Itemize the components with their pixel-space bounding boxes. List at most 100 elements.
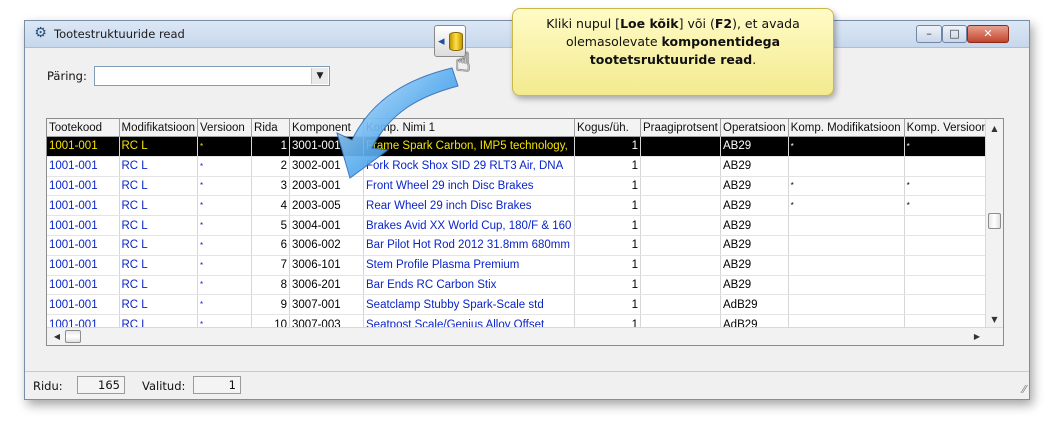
column-header[interactable]: Versioon — [197, 119, 253, 137]
horizontal-scrollbar[interactable]: ◀ ▶ — [47, 327, 1003, 345]
table-cell-komp-ver — [904, 215, 993, 236]
table-cell-tootekood: 1001-001 — [47, 215, 120, 236]
table-cell-praak — [640, 176, 722, 197]
hint-text: olemasolevate — [565, 34, 662, 49]
table-cell-tootekood: 1001-001 — [47, 294, 120, 316]
table-cell-kogus: 1 — [574, 294, 642, 316]
column-header[interactable]: Operatsioon — [720, 119, 789, 137]
table-row[interactable]: 1001-001 RC L * 2 3002-001 Fork Rock Shox SID… — [47, 156, 993, 177]
table-cell-modifikatsioon: RC L — [119, 215, 199, 236]
structure-rows-grid[interactable]: Tootekood Modifikatsioon Versioon Rida K… — [46, 118, 1004, 346]
table-cell-praak — [640, 294, 722, 316]
table-cell-modifikatsioon: RC L — [119, 195, 199, 217]
table-cell-tootekood: 1001-001 — [47, 176, 120, 197]
table-cell-operatsioon: AB29 — [720, 156, 789, 177]
table-header-row: Tootekood Modifikatsioon Versioon Rida K… — [47, 119, 993, 137]
arrow-left-icon: ◂ — [438, 34, 445, 49]
table-row[interactable]: 1001-001 RC L * 6 3006-002 Bar Pilot Hot Rod … — [47, 235, 993, 256]
table-cell-komp-mod — [788, 294, 905, 316]
table-cell-komponent: 2003-005 — [289, 195, 365, 217]
table-cell-nimi: Stem Profile Plasma Premium — [363, 255, 576, 276]
hint-text: . — [752, 52, 757, 67]
hint-text: ] või ( — [678, 16, 715, 31]
column-header[interactable]: Kogus/üh. — [574, 119, 642, 137]
rows-count-label: Ridu: — [33, 379, 63, 393]
scroll-thumb-horizontal[interactable] — [65, 330, 81, 343]
table-cell-komp-ver — [904, 255, 993, 276]
window-title: Tootestruktuuride read — [54, 27, 185, 41]
close-button[interactable]: ✕ — [967, 25, 1009, 43]
table-cell-komp-ver — [904, 156, 993, 177]
table-cell-rida: 1 — [251, 136, 291, 157]
scroll-right-icon[interactable]: ▶ — [969, 328, 985, 345]
table-cell-komp-mod: * — [788, 136, 905, 157]
table-cell-nimi: Bar Ends RC Carbon Stix — [363, 275, 576, 296]
data-table: Tootekood Modifikatsioon Versioon Rida K… — [47, 119, 993, 335]
table-cell-nimi: Brakes Avid XX World Cup, 180/F & 160 — [363, 215, 576, 236]
table-cell-praak — [640, 235, 722, 256]
table-cell-versioon: * — [197, 195, 253, 217]
chevron-down-icon[interactable]: ▼ — [311, 68, 328, 84]
table-row[interactable]: 1001-001 RC L * 3 2003-001 Front Wheel 29 inc… — [47, 176, 993, 197]
table-cell-nimi: Frame Spark Carbon, IMP5 technology, — [363, 136, 576, 157]
table-cell-praak — [640, 156, 722, 177]
query-select[interactable]: ▼ — [94, 66, 330, 86]
table-cell-operatsioon: AB29 — [720, 275, 789, 296]
table-cell-operatsioon: AB29 — [720, 255, 789, 276]
table-cell-rida: 8 — [251, 275, 291, 296]
table-cell-komponent: 3002-001 — [289, 156, 365, 177]
table-cell-operatsioon: AB29 — [720, 195, 789, 217]
table-cell-modifikatsioon: RC L — [119, 136, 199, 157]
scroll-left-icon[interactable]: ◀ — [49, 328, 65, 345]
gear-structure-icon: ⚙ — [34, 25, 47, 41]
table-cell-nimi: Seatclamp Stubby Spark-Scale std — [363, 294, 576, 316]
column-header[interactable]: Tootekood — [47, 119, 120, 137]
table-row[interactable]: 1001-001 RC L * 9 3007-001 Seatclamp Stubby S… — [47, 294, 993, 316]
table-cell-modifikatsioon: RC L — [119, 275, 199, 296]
table-cell-nimi: Rear Wheel 29 inch Disc Brakes — [363, 195, 576, 217]
table-cell-versioon: * — [197, 294, 253, 316]
table-cell-komponent: 3006-201 — [289, 275, 365, 296]
table-cell-praak — [640, 275, 722, 296]
table-row[interactable]: 1001-001 RC L * 4 2003-005 Rear Wheel 29 inch… — [47, 195, 993, 217]
column-header[interactable]: Komponent — [289, 119, 365, 137]
table-cell-komp-ver — [904, 235, 993, 256]
rows-count-value: 165 — [77, 376, 125, 394]
table-cell-kogus: 1 — [574, 255, 642, 276]
scroll-down-icon[interactable]: ▼ — [986, 312, 1003, 328]
table-cell-praak — [640, 136, 722, 157]
table-cell-komp-mod — [788, 156, 905, 177]
table-cell-versioon: * — [197, 156, 253, 177]
column-header[interactable]: Komp. Nimi 1 — [363, 119, 576, 137]
scroll-up-icon[interactable]: ▲ — [986, 121, 1003, 137]
selected-count-value: 1 — [193, 376, 241, 394]
column-header[interactable]: Rida — [251, 119, 291, 137]
column-header[interactable]: Komp. Versioon — [904, 119, 993, 137]
resize-grip-icon[interactable]: ⁄⁄ — [1022, 383, 1026, 396]
table-row[interactable]: 1001-001 RC L * 8 3006-201 Bar Ends RC Carbon… — [47, 275, 993, 296]
table-row[interactable]: 1001-001 RC L * 1 3001-001 Frame Spark Carbon… — [47, 136, 993, 157]
scroll-thumb[interactable] — [988, 213, 1001, 229]
table-cell-komponent: 3001-001 — [289, 136, 365, 157]
table-cell-praak — [640, 255, 722, 276]
table-cell-rida: 3 — [251, 176, 291, 197]
table-cell-kogus: 1 — [574, 215, 642, 236]
minimize-button[interactable]: – — [916, 25, 942, 43]
column-header[interactable]: Praagiprotsent — [640, 119, 722, 137]
column-header[interactable]: Komp. Modifikatsioon — [788, 119, 905, 137]
column-header[interactable]: Modifikatsioon — [119, 119, 199, 137]
table-cell-rida: 5 — [251, 215, 291, 236]
table-cell-komp-mod — [788, 235, 905, 256]
table-row[interactable]: 1001-001 RC L * 5 3004-001 Brakes Avid XX Wor… — [47, 215, 993, 236]
selected-count-label: Valitud: — [142, 379, 186, 393]
table-cell-komponent: 3004-001 — [289, 215, 365, 236]
table-cell-komponent: 3006-101 — [289, 255, 365, 276]
table-cell-komp-mod: * — [788, 176, 905, 197]
table-cell-nimi: Fork Rock Shox SID 29 RLT3 Air, DNA — [363, 156, 576, 177]
maximize-button[interactable]: □ — [942, 25, 967, 43]
table-cell-operatsioon: AdB29 — [720, 294, 789, 316]
query-label: Päring: — [47, 69, 87, 83]
vertical-scrollbar[interactable]: ▲ ▼ — [985, 119, 1003, 328]
table-row[interactable]: 1001-001 RC L * 7 3006-101 Stem Profile Plasm… — [47, 255, 993, 276]
table-cell-modifikatsioon: RC L — [119, 176, 199, 197]
